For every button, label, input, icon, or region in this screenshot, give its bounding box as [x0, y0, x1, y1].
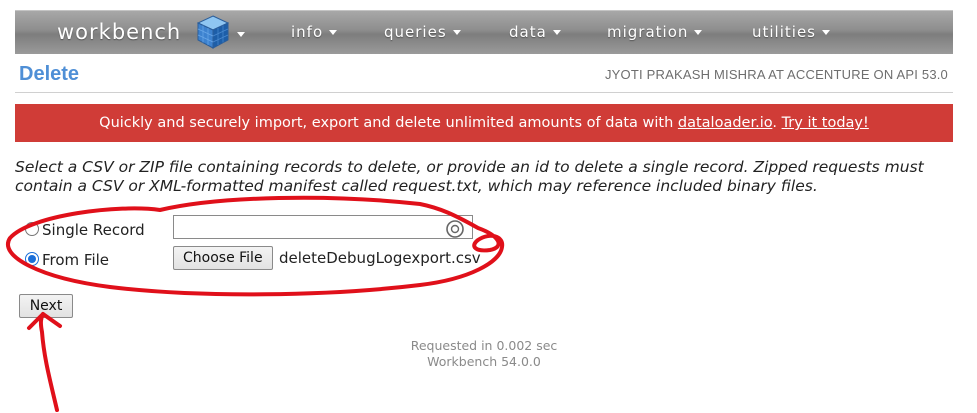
banner-text: Quickly and securely import, export and … [99, 115, 678, 131]
workbench-logo-text[interactable]: workbench [57, 20, 181, 44]
try-it-link[interactable]: Try it today! [782, 115, 869, 131]
nav-item-queries[interactable]: queries [384, 23, 461, 41]
workbench-version: Workbench 54.0.0 [427, 354, 541, 369]
caret-down-icon [821, 30, 830, 35]
next-button[interactable]: Next [19, 294, 73, 318]
top-nav-bar: workbench info queries data migration ut… [15, 10, 953, 54]
cube-icon[interactable] [195, 14, 231, 50]
promo-banner: Quickly and securely import, export and … [15, 104, 953, 142]
banner-text-middle: . [772, 115, 782, 131]
single-record-radio[interactable] [25, 222, 39, 236]
record-id-input[interactable] [173, 215, 473, 239]
page-title: Delete [19, 63, 80, 85]
caret-down-icon [552, 30, 561, 35]
nav-item-info[interactable]: info [291, 23, 338, 41]
from-file-radio[interactable] [25, 252, 39, 266]
header-divider [15, 92, 953, 93]
selected-file-name: deleteDebugLogexport.csv [279, 249, 481, 267]
nav-item-migration[interactable]: migration [607, 23, 703, 41]
nav-item-label: info [291, 23, 324, 41]
nav-item-label: data [509, 23, 547, 41]
nav-item-label: utilities [752, 23, 816, 41]
nav-item-data[interactable]: data [509, 23, 561, 41]
request-time: Requested in 0.002 sec [410, 338, 558, 353]
instructions-text: Select a CSV or ZIP file containing reco… [15, 158, 924, 195]
page-footer: Requested in 0.002 sec Workbench 54.0.0 [384, 338, 584, 370]
caret-down-icon [329, 30, 338, 35]
single-record-option[interactable]: Single Record [25, 221, 145, 239]
choose-file-button[interactable]: Choose File [173, 246, 273, 270]
logo-menu-caret-icon[interactable] [237, 32, 245, 37]
from-file-label: From File [42, 251, 110, 269]
user-info: JYOTI PRAKASH MISHRA AT ACCENTURE ON API… [604, 67, 948, 82]
caret-down-icon [694, 30, 703, 35]
caret-down-icon [452, 30, 461, 35]
nav-item-label: queries [384, 23, 447, 41]
single-record-label: Single Record [42, 221, 145, 239]
from-file-option[interactable]: From File [25, 251, 109, 269]
nav-item-utilities[interactable]: utilities [752, 23, 830, 41]
arrow-shaft [38, 312, 59, 412]
page: workbench info queries data migration ut… [0, 0, 977, 413]
nav-item-label: migration [607, 23, 689, 41]
dataloader-link[interactable]: dataloader.io [678, 115, 772, 131]
